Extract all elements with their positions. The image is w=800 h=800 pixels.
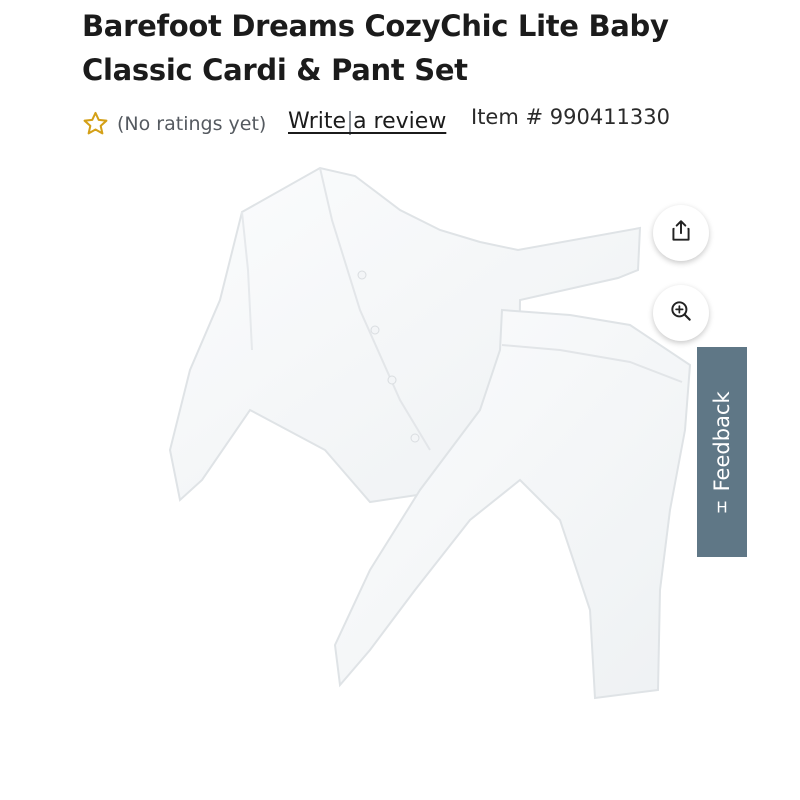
cardigan-pant-set-illustration <box>168 166 692 700</box>
product-title-line1: Barefoot Dreams CozyChic Lite Baby <box>82 9 669 43</box>
share-button[interactable] <box>653 205 709 261</box>
product-image[interactable] <box>70 150 710 770</box>
feedback-icon: H <box>716 498 728 517</box>
zoom-in-icon <box>668 298 694 328</box>
feedback-tab[interactable]: H Feedback <box>697 347 747 557</box>
zoom-in-button[interactable] <box>653 285 709 341</box>
write-review-link[interactable]: Write a review <box>288 109 446 134</box>
feedback-label: Feedback <box>710 391 734 492</box>
product-title: Barefoot Dreams CozyChic Lite Baby Class… <box>82 4 722 92</box>
item-number: Item # 990411330 <box>471 105 670 129</box>
star-icon <box>82 110 109 137</box>
product-title-line2: Classic Cardi & Pant Set <box>82 53 468 87</box>
share-icon <box>668 218 694 248</box>
rating-row: (No ratings yet) Write a review Item # 9… <box>82 104 722 142</box>
ratings-text: (No ratings yet) <box>117 113 267 135</box>
